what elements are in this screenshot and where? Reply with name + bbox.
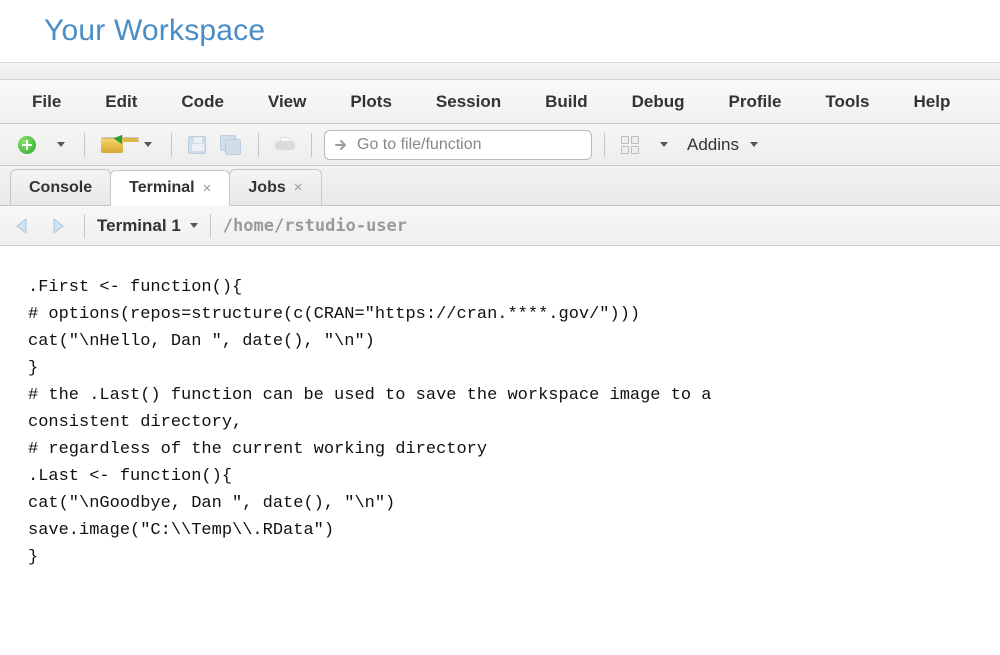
workspace-header: Your Workspace [0,0,1000,62]
workspace-title: Your Workspace [44,14,1000,48]
menu-profile[interactable]: Profile [707,80,804,124]
tab-console-label: Console [29,179,92,197]
toolbar-separator [258,133,259,157]
caret-down-icon [57,142,65,147]
new-file-dropdown[interactable] [46,131,72,159]
tab-jobs[interactable]: Jobs × [229,169,321,205]
open-file-dropdown[interactable] [133,131,159,159]
menu-help[interactable]: Help [891,80,972,124]
terminal-path: /home/rstudio-user [223,216,407,236]
caret-down-icon [190,223,198,228]
terminal-output[interactable]: .First <- function(){ # options(repos=st… [0,246,1000,571]
close-icon[interactable]: × [294,179,303,196]
menu-plots[interactable]: Plots [328,80,414,124]
open-file-button[interactable] [97,131,127,159]
toolbar-separator [311,133,312,157]
save-all-button[interactable] [216,131,246,159]
separator [84,214,85,238]
menu-debug[interactable]: Debug [610,80,707,124]
menu-bar: File Edit Code View Plots Session Build … [0,80,1000,124]
addins-label: Addins [687,135,739,155]
caret-down-icon [144,142,152,147]
new-file-button[interactable] [14,131,40,159]
tab-terminal[interactable]: Terminal × [110,170,230,206]
toolbar-separator [604,133,605,157]
pane-tabs: Console Terminal × Jobs × [0,166,1000,206]
menu-tools[interactable]: Tools [803,80,891,124]
goto-box[interactable] [324,130,592,160]
workspace-panes-button[interactable] [617,131,643,159]
menu-code[interactable]: Code [159,80,246,124]
menu-view[interactable]: View [246,80,328,124]
plus-circle-icon [18,136,36,154]
caret-down-icon [660,142,668,147]
terminal-selector[interactable]: Terminal 1 [97,216,198,236]
goto-arrow-icon [335,138,349,152]
menu-build[interactable]: Build [523,80,610,124]
folder-open-icon [101,137,123,153]
save-button[interactable] [184,131,210,159]
addins-menu[interactable]: Addins [681,135,764,155]
grid-icon [621,136,639,154]
separator [210,214,211,238]
save-all-icon [220,135,242,155]
toolbar-separator [84,133,85,157]
terminal-name-label: Terminal 1 [97,216,181,236]
toolbar: Addins [0,124,1000,166]
nav-back-button[interactable] [12,215,38,237]
goto-file-function-input[interactable] [357,136,581,154]
terminal-info-bar: Terminal 1 /home/rstudio-user [0,206,1000,246]
menu-file[interactable]: File [12,80,83,124]
menu-edit[interactable]: Edit [83,80,159,124]
menu-session[interactable]: Session [414,80,523,124]
caret-down-icon [750,142,758,147]
workspace-panes-dropdown[interactable] [649,131,675,159]
close-icon[interactable]: × [203,180,212,197]
save-icon [188,136,206,154]
toolbar-separator [171,133,172,157]
print-button[interactable] [271,131,299,159]
tab-terminal-label: Terminal [129,179,195,197]
header-separator [0,62,1000,80]
tab-jobs-label: Jobs [248,179,285,197]
print-icon [275,137,295,153]
tab-console[interactable]: Console [10,169,111,205]
nav-forward-button[interactable] [46,215,72,237]
